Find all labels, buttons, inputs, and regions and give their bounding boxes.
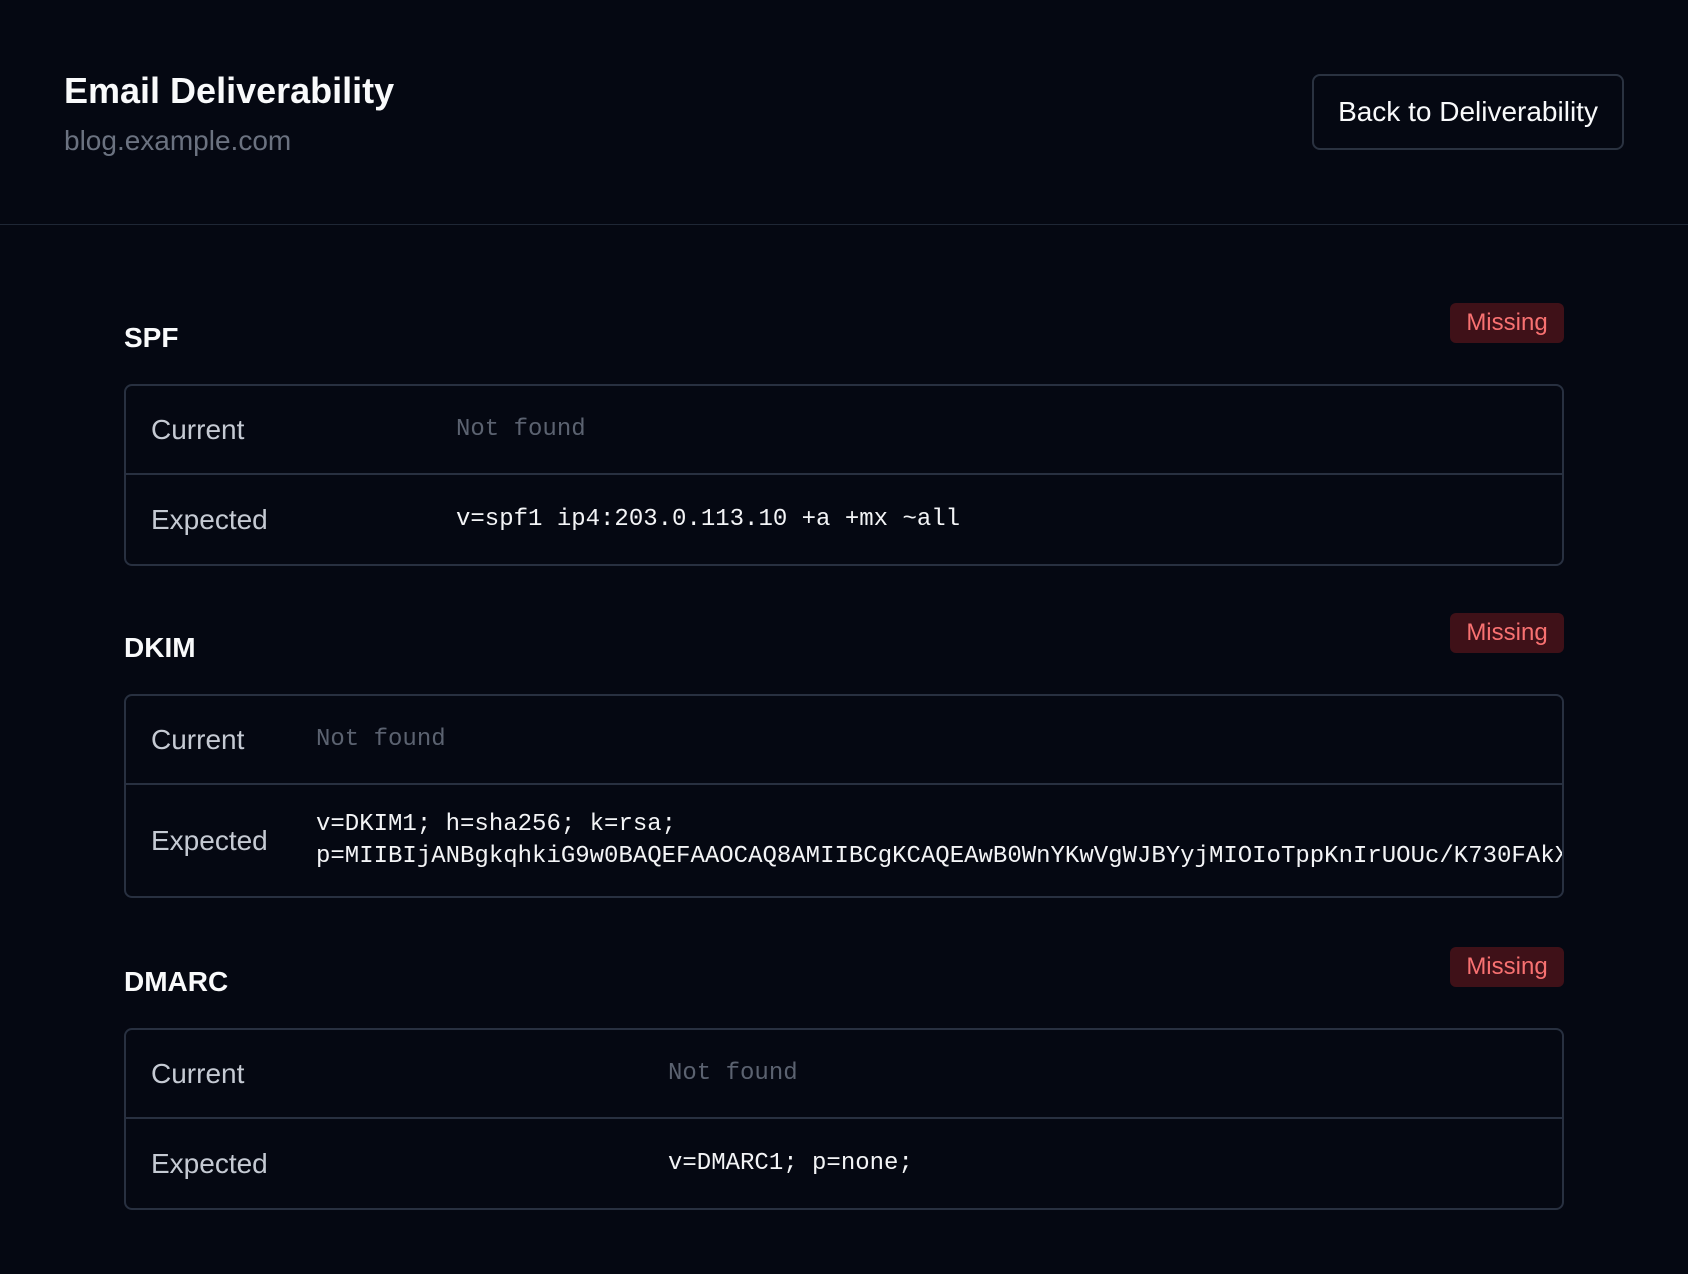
dmarc-current-row: Current Not found [126, 1030, 1562, 1119]
dmarc-expected-row: Expected v=DMARC1; p=none; [126, 1119, 1562, 1208]
spf-current-value: Not found [456, 416, 586, 443]
dmarc-record-card: Current Not found Expected v=DMARC1; p=n… [124, 1028, 1564, 1210]
section-title-spf: SPF [124, 322, 179, 353]
dkim-current-value: Not found [316, 726, 446, 753]
spf-expected-row: Expected v=spf1 ip4:203.0.113.10 +a +mx … [126, 475, 1562, 564]
section-title-dmarc: DMARC [124, 966, 229, 997]
page-header: Email Deliverability blog.example.com Ba… [0, 0, 1688, 225]
spf-current-label: Current [151, 413, 245, 445]
spf-expected-value: v=spf1 ip4:203.0.113.10 +a +mx ~all [456, 506, 961, 533]
dkim-current-row: Current Not found [126, 696, 1562, 785]
dkim-expected-line-2: p=MIIBIjANBgkqhkiG9w0BAQEFAAOCAQ8AMIIBCg… [316, 842, 1562, 870]
dmarc-current-label: Current [151, 1057, 245, 1089]
spf-expected-label: Expected [151, 503, 268, 535]
page-title: Email Deliverability [64, 70, 395, 111]
dmarc-current-value: Not found [668, 1060, 798, 1087]
dkim-record-card: Current Not found Expected v=DKIM1; h=sh… [124, 694, 1564, 898]
spf-status-badge: Missing [1450, 303, 1564, 343]
spf-current-row: Current Not found [126, 386, 1562, 475]
spf-record-card: Current Not found Expected v=spf1 ip4:20… [124, 384, 1564, 566]
dkim-expected-label: Expected [151, 824, 268, 856]
dmarc-expected-label: Expected [151, 1147, 268, 1179]
dkim-status-badge: Missing [1450, 613, 1564, 653]
section-title-dkim: DKIM [124, 632, 196, 663]
dmarc-status-badge: Missing [1450, 947, 1564, 987]
back-to-deliverability-button[interactable]: Back to Deliverability [1312, 74, 1624, 150]
dkim-expected-row: Expected v=DKIM1; h=sha256; k=rsa; p=MII… [126, 785, 1562, 896]
dkim-expected-line-1: v=DKIM1; h=sha256; k=rsa; [316, 810, 677, 838]
dmarc-expected-value: v=DMARC1; p=none; [668, 1150, 913, 1177]
dkim-current-label: Current [151, 723, 245, 755]
domain-subtitle: blog.example.com [64, 125, 292, 156]
dkim-expected-value: v=DKIM1; h=sha256; k=rsa; p=MIIBIjANBgkq… [316, 785, 1562, 896]
